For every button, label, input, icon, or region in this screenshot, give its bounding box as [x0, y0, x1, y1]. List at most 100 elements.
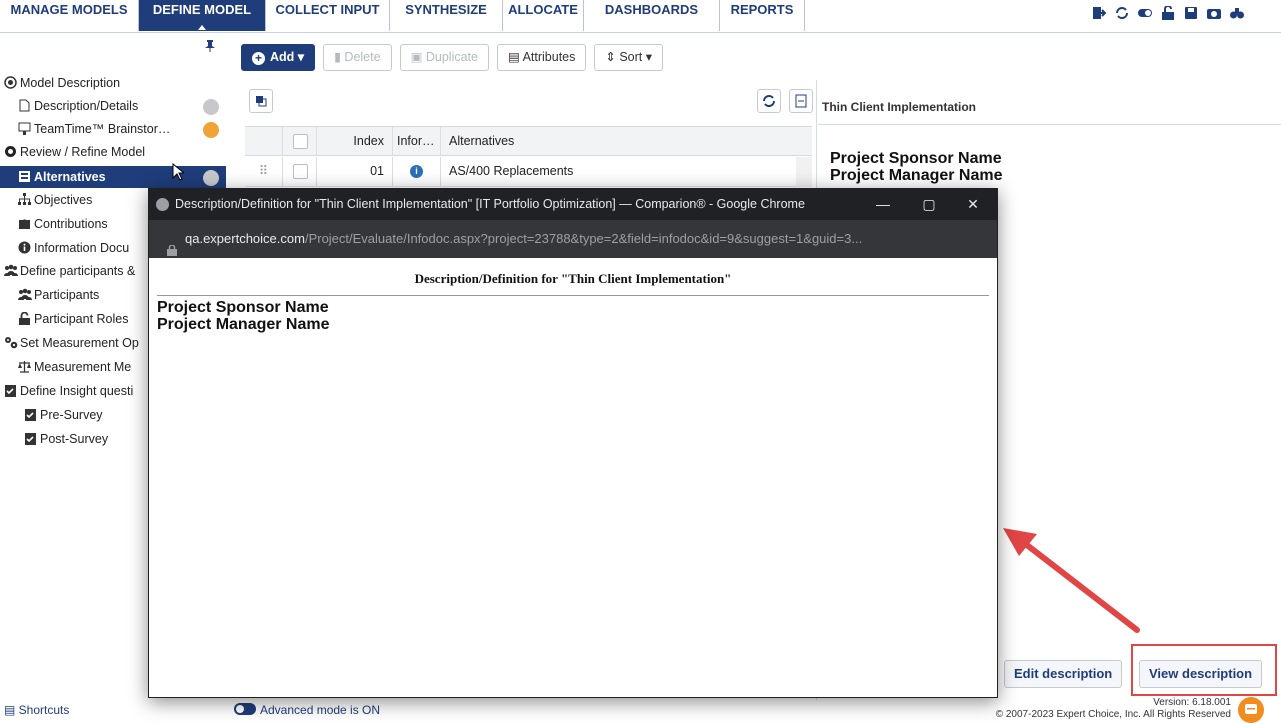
- sidebar-item-teamtime-brainstorm[interactable]: TeamTime™ Brainstor…: [18, 118, 170, 140]
- sidebar-item-participant-roles[interactable]: Participant Roles: [18, 308, 129, 330]
- grid-scrollbar[interactable]: [796, 157, 812, 187]
- advanced-mode-toggle[interactable]: Advanced mode is ON: [234, 703, 380, 717]
- sidebar-item-define-participants[interactable]: Define participants &: [4, 260, 135, 282]
- top-toolbar-icons: [1092, 5, 1244, 20]
- trash-icon: ▮: [334, 50, 345, 64]
- minimize-button[interactable]: —: [863, 189, 903, 220]
- camera-icon[interactable]: [1207, 6, 1221, 20]
- tab-allocate[interactable]: ALLOCATE: [503, 0, 584, 31]
- sidebar-item-alternatives[interactable]: Alternatives: [0, 166, 226, 188]
- tab-collect-input[interactable]: COLLECT INPUT: [266, 0, 390, 31]
- top-navigation: MANAGE MODELS DEFINE MODEL COLLECT INPUT…: [0, 0, 1281, 33]
- attributes-button[interactable]: ▤ Attributes: [496, 44, 587, 71]
- drag-handle-icon[interactable]: ⠿: [245, 157, 283, 186]
- row-checkbox[interactable]: [293, 164, 308, 179]
- columns-icon: [256, 96, 267, 107]
- tab-synthesize[interactable]: SYNTHESIZE: [390, 0, 503, 31]
- url-path: /Project/Evaluate/Infodoc.aspx?project=2…: [304, 231, 863, 246]
- popup-address-bar[interactable]: qa.expertchoice.com/Project/Evaluate/Inf…: [149, 220, 997, 258]
- sidebar-item-label: TeamTime™ Brainstor…: [34, 122, 171, 136]
- tab-label: REPORTS: [730, 2, 794, 17]
- incomplete-status-icon: [203, 99, 219, 115]
- presentation-icon: [18, 120, 31, 135]
- sidebar-item-model-description[interactable]: Model Description: [4, 72, 120, 94]
- sidebar-item-post-survey[interactable]: Post-Survey: [24, 428, 108, 450]
- lock-icon: [18, 310, 31, 325]
- tab-define-model[interactable]: DEFINE MODEL: [139, 0, 266, 31]
- shortcuts-link[interactable]: ▤ Shortcuts: [4, 703, 69, 717]
- complete-status-icon: [203, 122, 219, 138]
- sidebar-item-label: Measurement Me: [34, 360, 132, 374]
- tab-manage-models[interactable]: MANAGE MODELS: [0, 0, 139, 31]
- sidebar-item-participants[interactable]: Participants: [18, 284, 99, 306]
- close-button[interactable]: ✕: [953, 189, 993, 220]
- column-index[interactable]: Index: [317, 127, 393, 156]
- column-chooser-button[interactable]: [249, 89, 273, 113]
- description-line: Project Sponsor Name: [830, 150, 1002, 167]
- save-icon[interactable]: [1184, 6, 1197, 20]
- alternatives-toolbar: + Add ▾ ▮ Delete ▣ Duplicate ▤ Attributes…: [241, 44, 664, 72]
- description-content: Project Sponsor Name Project Manager Nam…: [830, 150, 1003, 184]
- duplicate-button[interactable]: ▣ Duplicate: [399, 44, 489, 71]
- sidebar-item-measurement-options[interactable]: Set Measurement Op: [4, 332, 139, 354]
- tab-reports[interactable]: REPORTS: [720, 0, 805, 31]
- select-all-cell: [283, 127, 317, 156]
- pin-icon[interactable]: [205, 40, 215, 52]
- refresh-icon[interactable]: [1115, 6, 1128, 20]
- scale-icon: [18, 358, 31, 373]
- unlock-icon[interactable]: [1161, 5, 1174, 20]
- tab-dashboards[interactable]: DASHBOARDS: [584, 0, 720, 31]
- list-icon: [18, 168, 31, 182]
- column-label: Index: [353, 134, 384, 148]
- export-icon[interactable]: [1092, 6, 1107, 20]
- sidebar-item-label: Define participants &: [20, 264, 136, 278]
- sidebar-item-measurement-methods[interactable]: Measurement Me: [18, 356, 131, 378]
- sidebar-item-information-documents[interactable]: Information Docu: [18, 237, 129, 259]
- url-host: qa.expertchoice.com: [185, 231, 305, 246]
- row-alternative-name[interactable]: AS/400 Replacements: [441, 157, 791, 186]
- sort-button[interactable]: ⇕ Sort ▾: [594, 44, 664, 71]
- column-information[interactable]: Infor…: [393, 127, 441, 156]
- highlight-box: [1131, 644, 1277, 696]
- popup-content-line: Project Manager Name: [157, 316, 330, 333]
- refresh-grid-button[interactable]: [757, 89, 781, 113]
- target-icon: [4, 74, 17, 89]
- column-alternatives[interactable]: Alternatives: [441, 127, 812, 156]
- attributes-label: Attributes: [522, 50, 576, 64]
- popup-content-line: Project Sponsor Name: [157, 299, 329, 316]
- copyright-text: © 2007-2023 Expert Choice, Inc. All Righ…: [995, 709, 1231, 720]
- export-grid-button[interactable]: [789, 89, 813, 113]
- binoculars-icon[interactable]: [1230, 6, 1244, 20]
- maximize-button[interactable]: ▢: [909, 189, 949, 220]
- sidebar-item-objectives[interactable]: Objectives: [18, 189, 92, 211]
- table-row[interactable]: ⠿ 01 i AS/400 Replacements: [245, 157, 812, 187]
- grid-header: Index Infor… Alternatives: [245, 126, 812, 156]
- tab-label: MANAGE MODELS: [10, 2, 128, 17]
- toggle-icon[interactable]: [1138, 6, 1152, 20]
- checkbook-icon: [24, 406, 37, 421]
- row-info-cell: i: [393, 157, 441, 186]
- select-all-checkbox[interactable]: [293, 134, 308, 149]
- add-button[interactable]: + Add ▾: [241, 44, 316, 71]
- chrome-icon: [156, 198, 169, 211]
- sidebar-item-pre-survey[interactable]: Pre-Survey: [24, 404, 103, 426]
- toggle-icon: [234, 703, 256, 715]
- tab-label: ALLOCATE: [508, 2, 578, 17]
- info-icon[interactable]: i: [410, 165, 423, 178]
- divider: [818, 124, 1281, 125]
- sidebar-item-description-details[interactable]: Description/Details: [18, 95, 138, 117]
- sidebar-item-label: Information Docu: [34, 241, 130, 255]
- sidebar-item-contributions[interactable]: Contributions: [18, 213, 108, 235]
- sidebar-item-review-refine[interactable]: Review / Refine Model: [4, 141, 145, 163]
- delete-label: Delete: [344, 50, 381, 64]
- edit-description-button[interactable]: Edit description: [1004, 660, 1123, 688]
- chat-icon[interactable]: [1238, 697, 1264, 723]
- attributes-icon: ▤: [507, 50, 523, 64]
- active-caret-icon: [198, 25, 206, 30]
- delete-button[interactable]: ▮ Delete: [323, 44, 392, 71]
- popup-heading: Description/Definition for "Thin Client …: [157, 271, 989, 296]
- sidebar-item-label: Review / Refine Model: [20, 145, 146, 159]
- sidebar-item-insight-questions[interactable]: Define Insight questi: [4, 380, 133, 402]
- popup-window-title: Description/Definition for "Thin Client …: [175, 197, 805, 211]
- gears-icon: [4, 334, 18, 349]
